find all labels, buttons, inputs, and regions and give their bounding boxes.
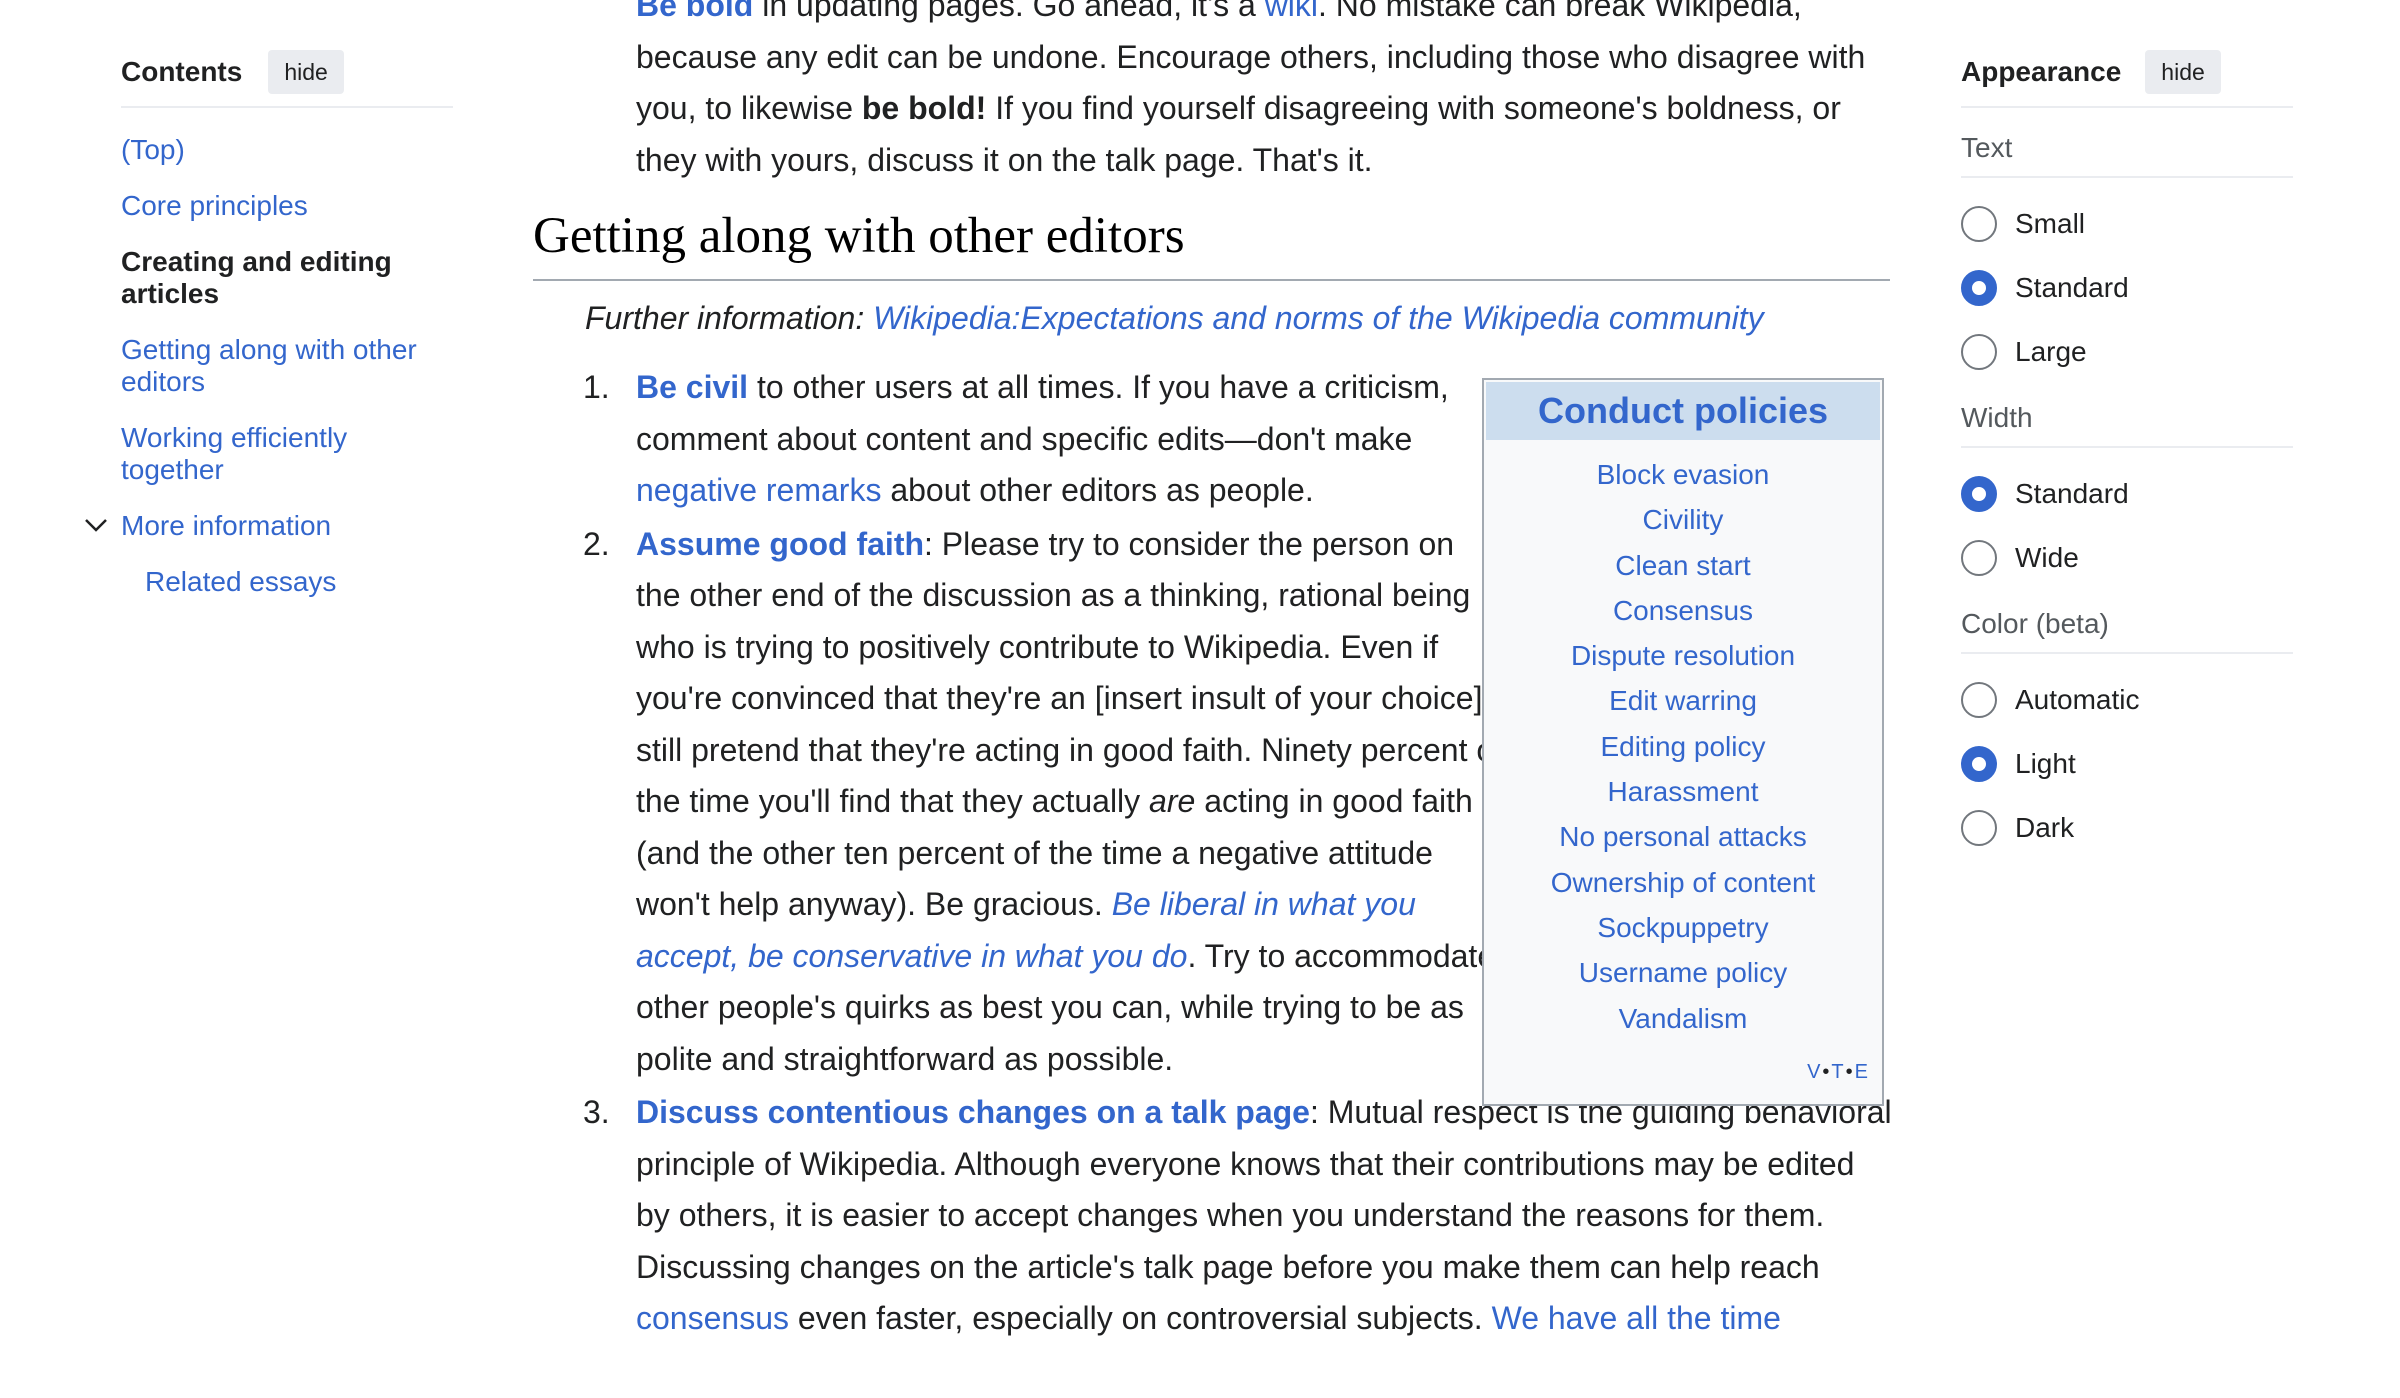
list-number: 2. [583, 525, 610, 562]
vte-edit-link[interactable]: E [1855, 1061, 1870, 1083]
navbox-item-dispute-resolution[interactable]: Dispute resolution [1484, 633, 1882, 678]
discuss-changes-link[interactable]: Discuss contentious changes on a talk pa… [636, 1094, 1310, 1130]
navbox-item-harassment[interactable]: Harassment [1484, 769, 1882, 814]
toc-item-getting-along[interactable]: Getting along with other editors [121, 334, 453, 398]
section-heading: Getting along with other editors [533, 207, 1890, 281]
intro-paragraph: Be bold in updating pages. Go ahead, it'… [636, 0, 1893, 186]
list-item-assume-good-faith: 2. Assume good faith: Please try to cons… [583, 519, 1506, 1086]
toc-item-related-essays[interactable]: Related essays [145, 566, 453, 598]
color-light[interactable]: Light [1961, 744, 2293, 784]
radio-button[interactable] [1961, 206, 1997, 242]
appearance-title: Appearance [1961, 56, 2122, 87]
color-dark-label: Dark [2015, 812, 2075, 843]
hatnote: Further information: Wikipedia:Expectati… [585, 300, 1764, 337]
text-size-small-label: Small [2015, 208, 2086, 239]
toc-list: (Top) Core principles Creating and editi… [85, 134, 453, 598]
navbox-vte-links: V•T•E [1807, 1061, 1870, 1084]
toc-title: Contents [121, 56, 243, 87]
color-automatic[interactable]: Automatic [1961, 680, 2293, 720]
width-standard[interactable]: Standard [1961, 474, 2293, 514]
color-automatic-label: Automatic [2015, 684, 2140, 715]
navbox-item-edit-warring[interactable]: Edit warring [1484, 678, 1882, 723]
navbox-item-clean-start[interactable]: Clean start [1484, 543, 1882, 588]
color-label: Color (beta) [1961, 608, 2293, 654]
vte-separator: • [1845, 1061, 1855, 1083]
width-options: Standard Wide [1961, 448, 2293, 584]
toc-header: Contents hide [121, 48, 453, 108]
table-of-contents: Contents hide (Top) Core principles Crea… [85, 48, 453, 598]
radio-button[interactable] [1961, 334, 1997, 370]
navbox-item-sockpuppetry[interactable]: Sockpuppetry [1484, 905, 1882, 950]
text-size-large[interactable]: Large [1961, 332, 2293, 372]
navbox-item-username-policy[interactable]: Username policy [1484, 950, 1882, 995]
navbox-item-consensus[interactable]: Consensus [1484, 588, 1882, 633]
toc-hide-button[interactable]: hide [268, 50, 344, 94]
toc-item-creating-and-editing-articles[interactable]: Creating and editing articles [121, 246, 453, 310]
width-standard-label: Standard [2015, 478, 2129, 509]
width-wide[interactable]: Wide [1961, 538, 2293, 578]
list-item-discuss-changes: 3. Discuss contentious changes on a talk… [583, 1087, 1893, 1345]
navbox-item-civility[interactable]: Civility [1484, 497, 1882, 542]
hatnote-prefix: Further information: [585, 300, 874, 336]
navbox-title[interactable]: Conduct policies [1486, 382, 1880, 440]
width-wide-label: Wide [2015, 542, 2079, 573]
assume-good-faith-link[interactable]: Assume good faith [636, 526, 924, 562]
text-size-options: Small Standard Large [1961, 178, 2293, 378]
wiki-link[interactable]: wiki [1265, 0, 1318, 23]
be-civil-link[interactable]: Be civil [636, 369, 748, 405]
vte-talk-link[interactable]: T [1831, 1061, 1845, 1083]
navbox-list: Block evasion Civility Clean start Conse… [1484, 452, 1882, 1041]
text-size-standard-label: Standard [2015, 272, 2129, 303]
navbox-item-block-evasion[interactable]: Block evasion [1484, 452, 1882, 497]
navbox-item-vandalism[interactable]: Vandalism [1484, 996, 1882, 1041]
radio-button[interactable] [1961, 540, 1997, 576]
toc-item-core-principles[interactable]: Core principles [121, 190, 453, 222]
navbox-item-no-personal-attacks[interactable]: No personal attacks [1484, 814, 1882, 859]
consensus-link[interactable]: consensus [636, 1300, 789, 1336]
chevron-down-icon[interactable] [83, 512, 109, 538]
negative-remarks-link[interactable]: negative remarks [636, 472, 881, 508]
be-civil-text-a: to other users at all times. If you have… [636, 369, 1449, 457]
list-number: 1. [583, 369, 610, 405]
appearance-hide-button[interactable]: hide [2145, 50, 2221, 94]
toc-item-more-information[interactable]: More information [85, 510, 453, 542]
discuss-text-b: even faster, especially on controversial… [788, 1300, 1492, 1336]
radio-button-selected[interactable] [1961, 270, 1997, 306]
be-civil-text-b: about other editors as people. [881, 472, 1314, 508]
intro-text-1: in updating pages. Go ahead, it's a [753, 0, 1265, 23]
color-dark[interactable]: Dark [1961, 808, 2293, 848]
radio-button-selected[interactable] [1961, 476, 1997, 512]
appearance-header: Appearance hide [1961, 48, 2293, 108]
color-options: Automatic Light Dark [1961, 654, 2293, 854]
toc-item-top[interactable]: (Top) [121, 134, 453, 166]
navbox-item-ownership-of-content[interactable]: Ownership of content [1484, 860, 1882, 905]
radio-button[interactable] [1961, 810, 1997, 846]
color-light-label: Light [2015, 748, 2076, 779]
list-number: 3. [583, 1094, 610, 1130]
toc-item-more-information-label: More information [121, 510, 332, 541]
text-size-large-label: Large [2015, 336, 2087, 367]
list-item-be-civil: 1. Be civil to other users at all times.… [583, 362, 1506, 517]
radio-button[interactable] [1961, 682, 1997, 718]
hatnote-link[interactable]: Wikipedia:Expectations and norms of the … [873, 300, 1764, 336]
toc-item-working-efficiently[interactable]: Working efficiently together [121, 422, 453, 486]
appearance-panel: Appearance hide Text Small Standard Larg… [1961, 48, 2293, 854]
text-size-label: Text [1961, 132, 2293, 178]
conduct-policies-navbox: Conduct policies Block evasion Civility … [1482, 378, 1884, 1106]
navbox-item-editing-policy[interactable]: Editing policy [1484, 724, 1882, 769]
vte-view-link[interactable]: V [1807, 1061, 1822, 1083]
radio-button-selected[interactable] [1961, 746, 1997, 782]
text-size-small[interactable]: Small [1961, 204, 2293, 244]
width-label: Width [1961, 402, 2293, 448]
text-size-standard[interactable]: Standard [1961, 268, 2293, 308]
agf-are-emphasis: are [1149, 783, 1196, 819]
be-bold-link[interactable]: Be bold [636, 0, 753, 23]
be-bold-emphasis: be bold! [861, 90, 987, 126]
all-the-time-link[interactable]: We have all the time [1492, 1300, 1781, 1336]
agf-text-a: : Please try to consider the person on t… [636, 525, 1504, 820]
